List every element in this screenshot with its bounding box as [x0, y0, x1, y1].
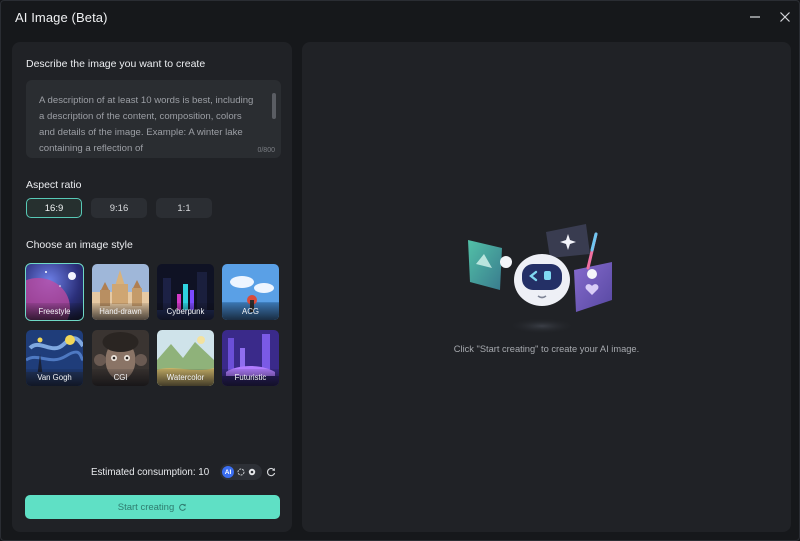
ai-image-window: AI Image (Beta) Describe the image you w…: [0, 0, 800, 541]
aspect-ratio-9-16[interactable]: 9:16: [91, 198, 147, 218]
credit-coin-icon: [248, 468, 256, 476]
aspect-ratio-1-1[interactable]: 1:1: [156, 198, 212, 218]
credit-chip: AI: [220, 464, 262, 480]
style-label: ACG: [222, 303, 279, 320]
style-label: Futuristic: [222, 369, 279, 386]
close-button[interactable]: [775, 7, 795, 27]
style-label: CGI: [92, 369, 149, 386]
ai-credit-icon: AI: [222, 466, 234, 478]
image-style-label: Choose an image style: [26, 239, 133, 251]
style-cgi[interactable]: CGI: [92, 330, 149, 386]
prompt-input[interactable]: A description of at least 10 words is be…: [26, 80, 281, 158]
style-label: Van Gogh: [26, 369, 83, 386]
aspect-ratio-16-9[interactable]: 16:9: [26, 198, 82, 218]
style-label: Hand-drawn: [92, 303, 149, 320]
prompt-placeholder: A description of at least 10 words is be…: [39, 95, 254, 154]
style-van-gogh[interactable]: Van Gogh: [26, 330, 83, 386]
start-creating-label: Start creating: [117, 501, 175, 513]
window-title: AI Image (Beta): [15, 9, 108, 25]
style-watercolor[interactable]: Watercolor: [157, 330, 214, 386]
refresh-icon[interactable]: [266, 467, 276, 477]
prompt-scrollbar[interactable]: [272, 93, 276, 119]
aspect-ratio-label: Aspect ratio: [26, 179, 82, 191]
style-freestyle[interactable]: Freestyle: [25, 263, 84, 321]
minimize-button[interactable]: [745, 7, 765, 27]
character-counter: 0/800: [257, 147, 275, 154]
settings-panel: Describe the image you want to create A …: [12, 42, 292, 532]
preview-panel: Click "Start creating" to create your AI…: [302, 42, 791, 532]
robot-illustration: [468, 224, 612, 334]
estimated-consumption: Estimated consumption: 10: [91, 467, 210, 478]
style-hand-drawn[interactable]: Hand-drawn: [92, 264, 149, 320]
prompt-label: Describe the image you want to create: [26, 58, 206, 70]
style-cyberpunk[interactable]: Cyberpunk: [157, 264, 214, 320]
style-label: Freestyle: [26, 303, 83, 320]
style-label: Watercolor: [157, 369, 214, 386]
close-icon: [780, 12, 790, 22]
style-label: Cyberpunk: [157, 303, 214, 320]
credit-cost-icon: [179, 503, 187, 511]
style-futuristic[interactable]: Futuristic: [222, 330, 279, 386]
start-creating-button[interactable]: Start creating: [25, 495, 280, 519]
credit-spark-icon: [237, 468, 245, 476]
style-acg[interactable]: ACG: [222, 264, 279, 320]
minimize-icon: [750, 16, 760, 18]
title-bar: AI Image (Beta): [1, 1, 799, 33]
preview-hint: Click "Start creating" to create your AI…: [453, 344, 640, 354]
